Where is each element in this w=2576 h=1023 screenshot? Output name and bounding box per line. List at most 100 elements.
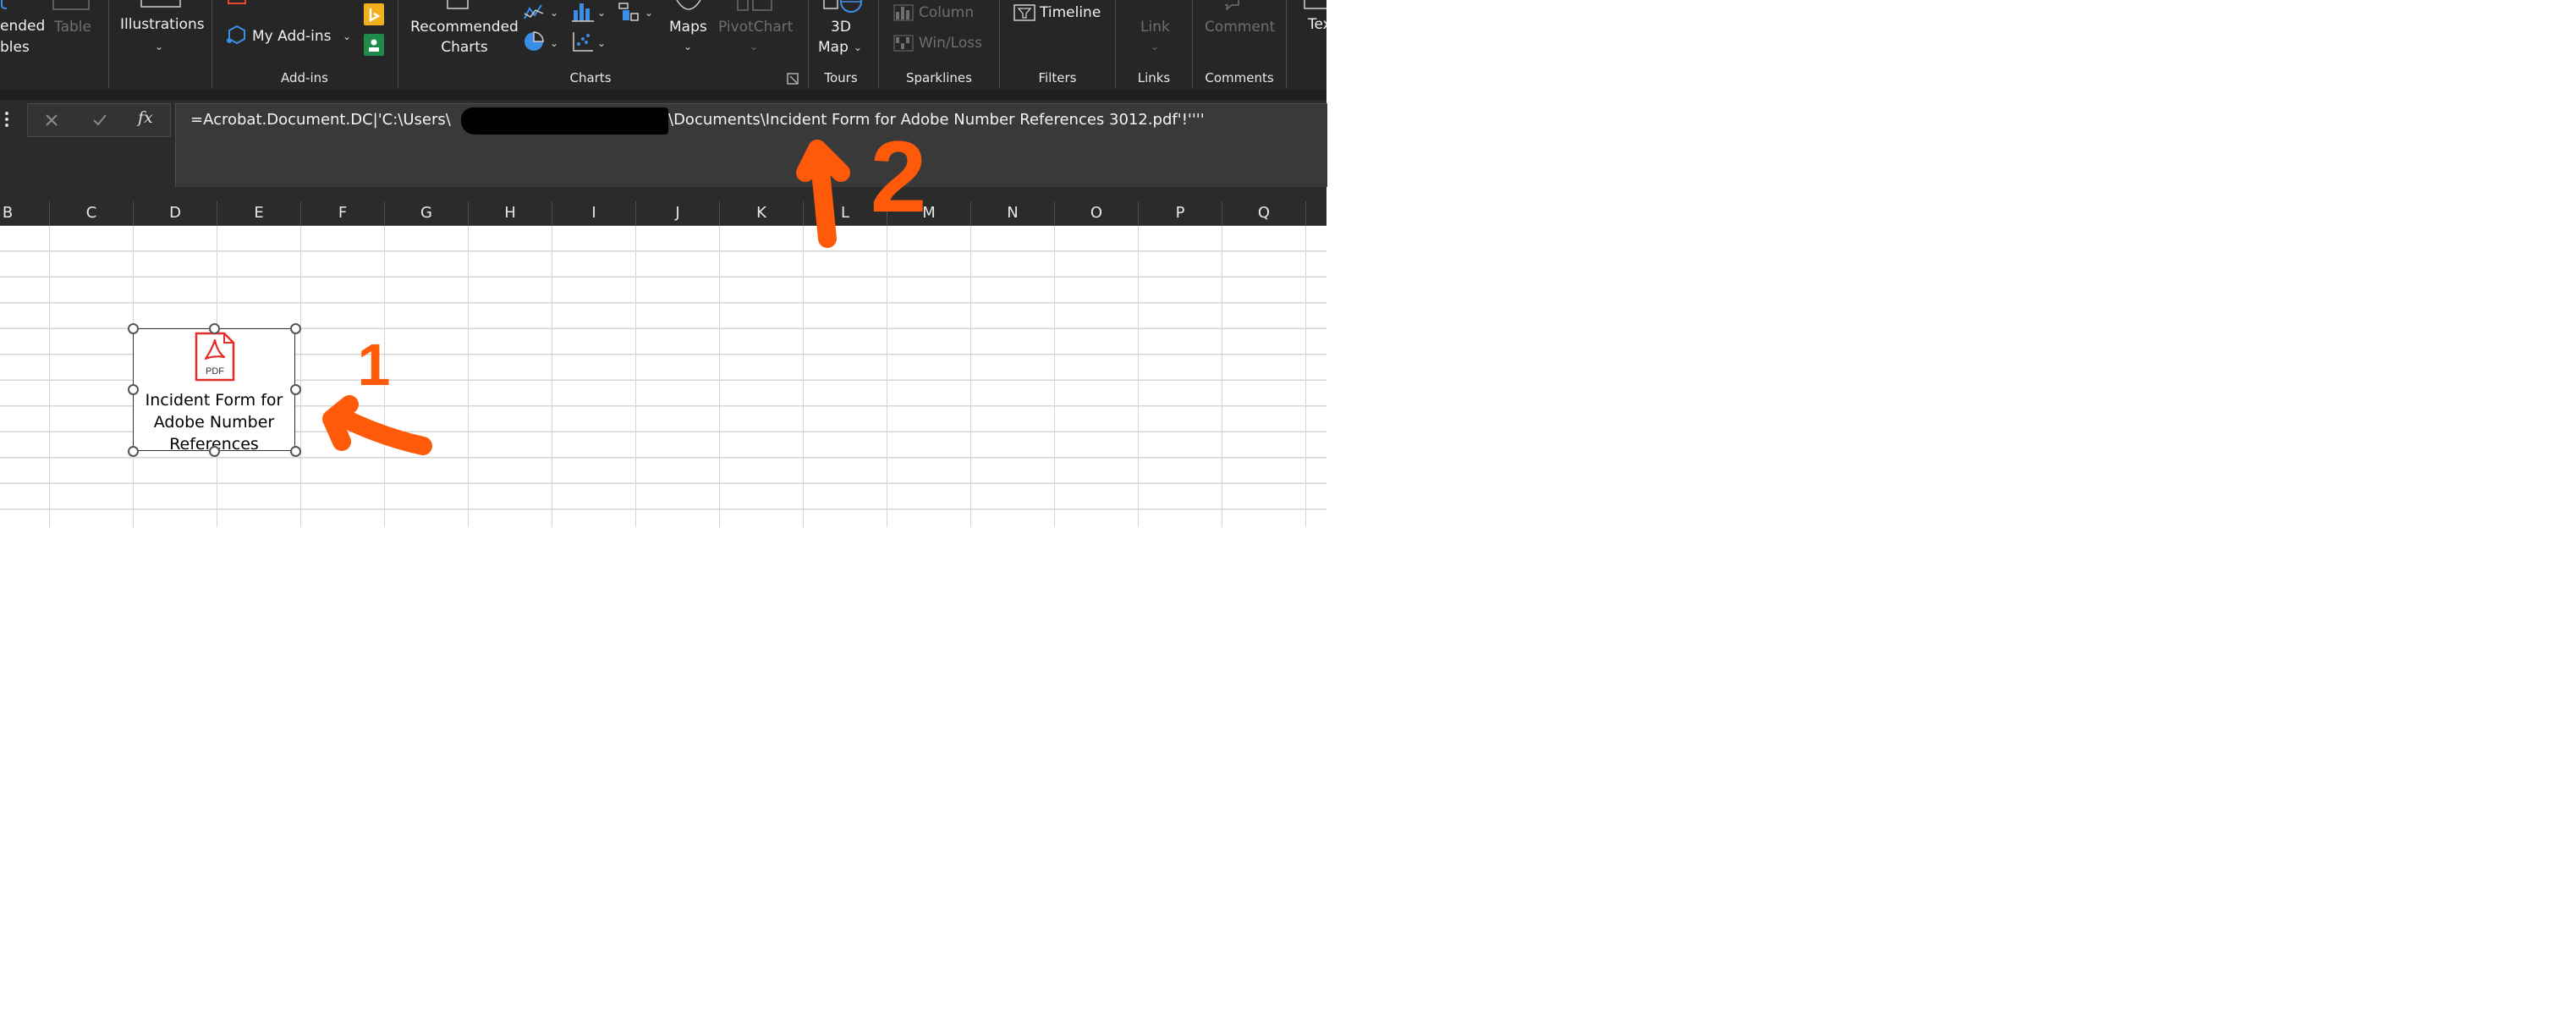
- resize-handle-bottom-right[interactable]: [290, 446, 301, 457]
- resize-handle-top-right[interactable]: [290, 323, 301, 334]
- resize-handle-top[interactable]: [209, 323, 220, 334]
- addins-group-label: Add-ins: [281, 70, 328, 85]
- separator: [108, 0, 109, 88]
- text-icon: [1304, 0, 1326, 9]
- chevron-down-icon: ⌄: [155, 41, 164, 52]
- column-header-m[interactable]: M: [887, 201, 971, 225]
- column-header-n[interactable]: N: [971, 201, 1055, 225]
- bar-chart-icon[interactable]: [572, 2, 594, 22]
- comment-button[interactable]: Comment: [1205, 18, 1275, 36]
- recommended-pivottables-label[interactable]: ended: [0, 17, 45, 36]
- timeline-button[interactable]: Timeline: [1040, 3, 1101, 22]
- maps-button[interactable]: Maps: [669, 18, 707, 36]
- redaction-mark: [461, 107, 668, 135]
- separator: [999, 0, 1000, 88]
- 3d-map-button[interactable]: 3D: [831, 18, 851, 36]
- more-options-icon[interactable]: [3, 110, 10, 130]
- column-header-c[interactable]: C: [50, 201, 134, 225]
- pdf-icon-text: PDF: [206, 366, 224, 377]
- illustrations-icon: [140, 0, 181, 8]
- pie-chart-icon[interactable]: [523, 30, 545, 52]
- column-header-q[interactable]: Q: [1222, 201, 1306, 225]
- my-addins-button[interactable]: My Add-ins: [252, 27, 332, 46]
- formula-buttons: fx: [27, 103, 171, 137]
- timeline-icon[interactable]: [1013, 3, 1035, 22]
- chevron-down-icon[interactable]: ⌄: [645, 3, 653, 22]
- resize-handle-left[interactable]: [128, 384, 139, 395]
- my-addins-icon: [227, 25, 245, 45]
- people-graph-icon[interactable]: [364, 34, 384, 56]
- pdf-file-icon: PDF: [195, 332, 235, 382]
- formula-text-start: =Acrobat.Document.DC|'C:\Users\: [190, 111, 451, 129]
- insert-function-button[interactable]: fx: [138, 108, 153, 127]
- chevron-down-icon: ⌄: [684, 41, 693, 52]
- column-header-i[interactable]: I: [552, 201, 636, 225]
- column-header-l[interactable]: L: [804, 201, 887, 225]
- column-header-b[interactable]: B: [0, 201, 50, 225]
- column-header-k[interactable]: K: [720, 201, 804, 225]
- column-sparkline-button[interactable]: Column: [919, 3, 974, 22]
- column-header-j[interactable]: J: [636, 201, 720, 225]
- comment-icon: [1225, 0, 1239, 10]
- column-header-o[interactable]: O: [1055, 201, 1139, 225]
- separator: [211, 0, 212, 88]
- recommended-charts-button[interactable]: Recommended: [406, 18, 523, 36]
- resize-handle-top-left[interactable]: [128, 323, 139, 334]
- ribbon-bottom-border: [0, 90, 1326, 100]
- pivotchart-button[interactable]: PivotChart: [718, 18, 793, 36]
- maps-icon: [676, 0, 701, 10]
- chevron-down-icon: ⌄: [750, 41, 759, 52]
- chevron-down-icon[interactable]: ⌄: [597, 34, 606, 52]
- link-button[interactable]: Link: [1140, 18, 1170, 36]
- column-header-h[interactable]: H: [469, 201, 552, 225]
- separator: [1286, 0, 1287, 88]
- resize-handle-bottom[interactable]: [209, 446, 220, 457]
- dialog-launcher-icon[interactable]: [787, 73, 799, 85]
- line-chart-icon[interactable]: [523, 2, 545, 22]
- winloss-sparkline-icon[interactable]: [893, 34, 915, 52]
- links-group-label: Links: [1137, 70, 1171, 85]
- filters-group-label: Filters: [1038, 70, 1077, 85]
- illustrations-button[interactable]: Illustrations: [120, 15, 205, 34]
- chevron-down-icon[interactable]: ⌄: [550, 34, 558, 52]
- column-header-d[interactable]: D: [134, 201, 217, 225]
- resize-handle-right[interactable]: [290, 384, 301, 395]
- separator: [1115, 0, 1116, 88]
- column-header-f[interactable]: F: [301, 201, 385, 225]
- enter-checkmark-icon[interactable]: [92, 113, 107, 127]
- comments-group-label: Comments: [1205, 70, 1274, 85]
- column-header-e[interactable]: E: [217, 201, 301, 225]
- chevron-down-icon[interactable]: ⌄: [597, 3, 606, 22]
- separator: [808, 0, 809, 88]
- column-sparkline-icon[interactable]: [893, 3, 915, 22]
- separator: [1192, 0, 1193, 88]
- recommended-charts-icon: [447, 0, 469, 9]
- scatter-chart-icon[interactable]: [572, 30, 594, 52]
- hierarchy-chart-icon[interactable]: [618, 2, 641, 22]
- text-button[interactable]: Tex: [1308, 15, 1326, 34]
- charts-group-label: Charts: [569, 70, 612, 85]
- cancel-icon[interactable]: [45, 113, 58, 127]
- chevron-down-icon[interactable]: ⌄: [550, 3, 558, 22]
- recommended-charts-button-2[interactable]: Charts: [406, 38, 523, 57]
- pivot-icon: [0, 0, 8, 9]
- winloss-sparkline-button[interactable]: Win/Loss: [919, 34, 982, 52]
- chevron-down-icon[interactable]: ⌄: [854, 38, 862, 57]
- tours-group-label: Tours: [824, 70, 858, 85]
- 3d-map-icon: [823, 0, 862, 13]
- formula-text-end: \Documents\Incident Form for Adobe Numbe…: [668, 111, 1205, 129]
- chevron-down-icon[interactable]: ⌄: [343, 27, 351, 46]
- table-button[interactable]: Table: [54, 18, 91, 36]
- 3d-map-button-2[interactable]: Map: [818, 38, 849, 57]
- column-headers: B C D E F G H I J K L M N O P Q: [0, 201, 1326, 226]
- recommended-pivottables-label-2[interactable]: bles: [0, 38, 30, 57]
- table-icon: [52, 0, 90, 10]
- separator: [878, 0, 879, 88]
- column-header-g[interactable]: G: [385, 201, 469, 225]
- chevron-down-icon: ⌄: [1151, 41, 1160, 52]
- bing-icon[interactable]: [364, 3, 384, 25]
- column-header-p[interactable]: P: [1139, 201, 1222, 225]
- pivotchart-icon: [737, 0, 772, 11]
- resize-handle-bottom-left[interactable]: [128, 446, 139, 457]
- store-icon: [228, 0, 246, 4]
